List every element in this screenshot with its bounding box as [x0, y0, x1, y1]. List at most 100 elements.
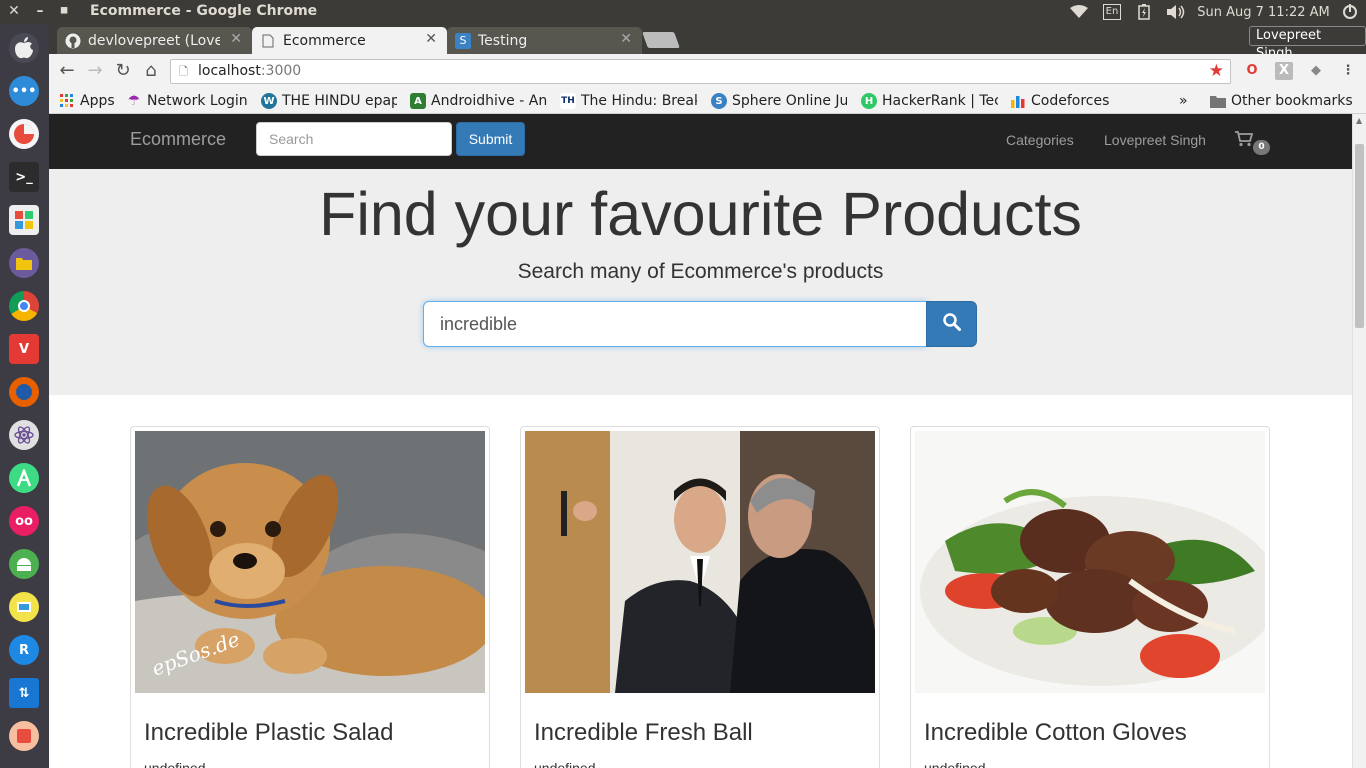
pie-app-icon[interactable]	[9, 119, 39, 149]
bookmark-codeforces[interactable]: Codeforces	[1010, 91, 1109, 111]
hero-search-input[interactable]: incredible	[423, 301, 927, 347]
menu-icon[interactable]: ⋮	[1339, 62, 1357, 80]
page-scrollbar[interactable]: ▲	[1352, 114, 1366, 768]
r-app-icon[interactable]: R	[9, 635, 39, 665]
scrollbar-thumb[interactable]	[1355, 144, 1364, 328]
bookmark-other[interactable]: Other bookmarks	[1210, 91, 1353, 111]
address-bar[interactable]: 🗋 localhost:3000 ★	[170, 59, 1231, 84]
product-card[interactable]: Incredible Fresh Ball undefined	[520, 426, 880, 768]
close-window-icon[interactable]: ✕	[6, 3, 22, 19]
page-info-icon[interactable]: 🗋	[179, 60, 188, 83]
atom-icon[interactable]	[9, 420, 39, 450]
bookmark-label: Other bookmarks	[1231, 93, 1353, 109]
navbar-submit-button[interactable]: Submit	[456, 122, 525, 156]
site-navbar: Ecommerce Search Submit Categories Lovep…	[49, 114, 1352, 169]
product-image-beef-salad[interactable]	[915, 431, 1265, 693]
tab-ecommerce[interactable]: Ecommerce ✕	[252, 27, 447, 54]
close-tab-icon[interactable]: ✕	[425, 31, 437, 47]
back-icon[interactable]: ←	[56, 60, 78, 82]
launcher: ••• >_ V oo R ⇅	[0, 24, 49, 768]
product-description: undefined	[924, 760, 986, 768]
tab-label: Testing	[478, 32, 528, 49]
product-image-puppy[interactable]: epSos.de	[135, 431, 485, 693]
s-icon: S	[455, 32, 471, 49]
new-tab-button[interactable]	[642, 32, 680, 48]
codeforces-icon	[1010, 93, 1026, 109]
bookmark-network-login[interactable]: ☂ Network Login	[126, 91, 248, 111]
bookmark-label: Network Login	[147, 93, 248, 109]
forward-icon[interactable]: →	[84, 60, 106, 82]
page-viewport: Ecommerce Search Submit Categories Lovep…	[49, 114, 1366, 768]
android-app-icon[interactable]	[9, 549, 39, 579]
close-tab-icon[interactable]: ✕	[620, 31, 632, 47]
bookmark-androidhive[interactable]: A Androidhive - An	[410, 91, 547, 111]
minimize-window-icon[interactable]: –	[32, 3, 48, 19]
window-title: Ecommerce - Google Chrome	[90, 3, 318, 19]
terminal-icon[interactable]: >_	[9, 162, 39, 192]
browser-window: devlovepreet (Love ✕ Ecommerce ✕ S Testi…	[49, 24, 1366, 768]
product-title[interactable]: Incredible Plastic Salad	[144, 719, 393, 747]
bookmark-spoj[interactable]: S Sphere Online Ju	[711, 91, 847, 111]
hero-jumbotron: Find your favourite Products Search many…	[49, 169, 1352, 395]
cube-extension-icon[interactable]: ◆	[1307, 62, 1325, 80]
product-image-business-people[interactable]	[525, 431, 875, 693]
bookmark-hindu-breaking[interactable]: TH The Hindu: Break	[560, 91, 697, 111]
product-card[interactable]: epSos.de Incredible Plastic Salad undefi…	[130, 426, 490, 768]
profile-button[interactable]: Lovepreet Singh	[1249, 26, 1366, 61]
x-extension-icon[interactable]: X	[1275, 62, 1293, 80]
tab-strip: devlovepreet (Love ✕ Ecommerce ✕ S Testi…	[49, 24, 1366, 61]
chrome-icon[interactable]	[9, 291, 39, 321]
hindu-icon: TH	[560, 93, 576, 109]
hero-search-button[interactable]	[926, 301, 977, 347]
loop-app-icon[interactable]: oo	[9, 506, 39, 536]
bookmarks-overflow-button[interactable]: »	[1179, 91, 1188, 111]
wifi-icon[interactable]	[1068, 2, 1090, 22]
chat-app-icon[interactable]: •••	[9, 76, 39, 106]
bookmark-star-icon[interactable]: ★	[1209, 60, 1224, 83]
bookmark-label: HackerRank | Tec	[882, 93, 998, 109]
url-host: localhost	[198, 63, 261, 79]
apps-icon[interactable]	[9, 721, 39, 751]
vivaldi-icon[interactable]: V	[9, 334, 39, 364]
product-title[interactable]: Incredible Cotton Gloves	[924, 719, 1187, 747]
grid-app-icon[interactable]	[9, 205, 39, 235]
cart-icon[interactable]	[1235, 131, 1254, 151]
update-icon[interactable]: ⇅	[9, 678, 39, 708]
tab-testing[interactable]: S Testing ✕	[447, 27, 642, 54]
home-icon[interactable]: ⌂	[140, 60, 162, 82]
android-studio-icon[interactable]	[9, 463, 39, 493]
image-viewer-icon[interactable]	[9, 592, 39, 622]
power-gear-icon[interactable]	[1338, 2, 1362, 22]
navbar-search-input[interactable]: Search	[256, 122, 452, 156]
firefox-icon[interactable]	[9, 377, 39, 407]
tab-github[interactable]: devlovepreet (Love ✕	[57, 27, 252, 54]
product-card[interactable]: Incredible Cotton Gloves undefined	[910, 426, 1270, 768]
product-title[interactable]: Incredible Fresh Ball	[534, 719, 753, 747]
battery-icon[interactable]	[1134, 2, 1154, 22]
hero-subtitle: Search many of Ecommerce's products	[517, 260, 884, 283]
clock[interactable]: Sun Aug 7 11:22 AM	[1196, 2, 1331, 22]
hero-title: Find your favourite Products	[319, 180, 1082, 248]
reload-icon[interactable]: ↻	[112, 60, 134, 82]
opera-extension-icon[interactable]: O	[1243, 62, 1261, 80]
apple-icon[interactable]	[9, 33, 39, 63]
apps-grid-icon	[59, 93, 75, 109]
tab-label: Ecommerce	[283, 32, 366, 49]
keyboard-layout-indicator[interactable]: En	[1101, 2, 1123, 22]
maximize-window-icon[interactable]: ◼	[56, 3, 72, 19]
bookmark-hackerrank[interactable]: H HackerRank | Tec	[861, 91, 998, 111]
nav-user-link[interactable]: Lovepreet Singh	[1104, 132, 1206, 148]
bookmark-hindu-epaper[interactable]: W THE HINDU epap	[261, 91, 397, 111]
bookmark-apps[interactable]: Apps	[59, 91, 115, 111]
scroll-up-arrow-icon[interactable]: ▲	[1356, 116, 1362, 125]
files-icon[interactable]	[9, 248, 39, 278]
volume-icon[interactable]	[1164, 2, 1188, 22]
hackerrank-icon: H	[861, 93, 877, 109]
site-brand[interactable]: Ecommerce	[130, 129, 226, 150]
url-port: :3000	[260, 63, 302, 79]
close-tab-icon[interactable]: ✕	[230, 31, 242, 47]
bookmark-label: Sphere Online Ju	[732, 93, 847, 109]
nav-categories-link[interactable]: Categories	[1006, 132, 1074, 148]
bookmark-label: Codeforces	[1031, 93, 1110, 109]
bookmark-label: Androidhive - An	[431, 93, 547, 109]
